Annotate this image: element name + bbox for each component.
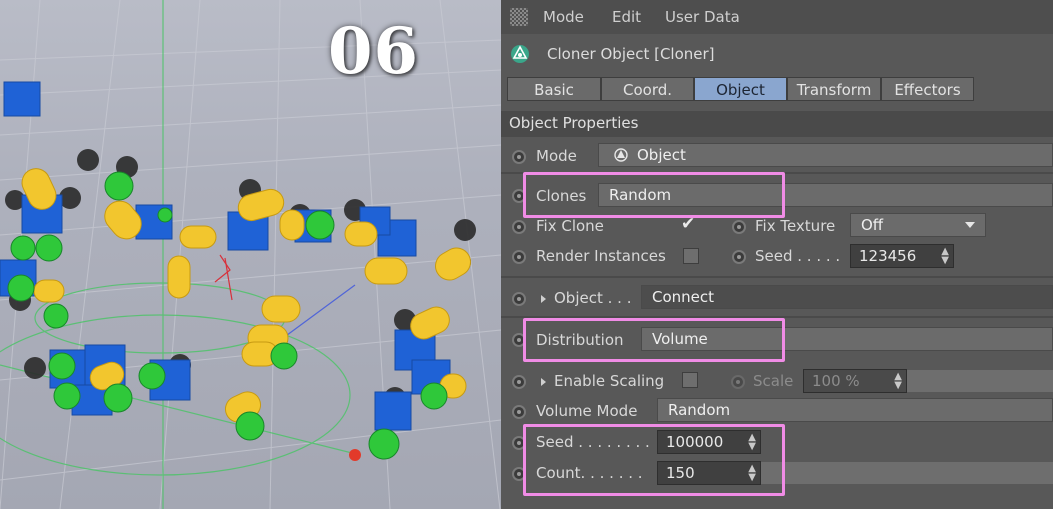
tab-object[interactable]: Object xyxy=(694,77,787,101)
enable-scaling-label: Enable Scaling xyxy=(554,372,665,390)
panel-grip-icon[interactable] xyxy=(510,8,528,26)
fix-row: Fix Clone ✔ Fix Texture Off xyxy=(501,212,1053,242)
step-number: 06 xyxy=(328,14,420,89)
object-link-field[interactable]: Connect xyxy=(641,285,1053,309)
volume-mode-animate-icon[interactable] xyxy=(512,405,526,419)
fix-texture-value: Off xyxy=(861,216,884,234)
section-title: Object Properties xyxy=(509,114,639,132)
render-instances-checkbox[interactable] xyxy=(683,248,699,264)
mode-row: Mode Object xyxy=(501,142,1053,172)
scale-animate-icon[interactable] xyxy=(731,375,745,389)
seed-top-value: 123456 xyxy=(859,247,917,265)
volume-mode-label: Volume Mode xyxy=(536,402,638,420)
distribution-highlight xyxy=(523,318,785,362)
expand-arrow-icon[interactable] xyxy=(541,295,546,303)
divider xyxy=(501,276,1053,278)
scene-render xyxy=(0,0,501,509)
tab-basic[interactable]: Basic xyxy=(507,77,601,101)
volume-mode-value: Random xyxy=(668,401,731,419)
render-instances-animate-icon[interactable] xyxy=(512,250,526,264)
fix-texture-dropdown[interactable]: Off xyxy=(850,213,986,237)
object-mode-icon xyxy=(614,148,628,162)
tab-coord[interactable]: Coord. xyxy=(601,77,694,101)
mode-dropdown[interactable]: Object xyxy=(598,143,1053,167)
count-slider[interactable] xyxy=(761,462,1053,484)
object-row: Object . . . Connect xyxy=(501,284,1053,314)
tab-transform[interactable]: Transform xyxy=(787,77,881,101)
menu-edit[interactable]: Edit xyxy=(612,8,641,26)
fix-texture-label: Fix Texture xyxy=(755,217,836,235)
render-row: Render Instances Seed . . . . . 123456 ▲… xyxy=(501,242,1053,272)
section-header: Object Properties xyxy=(501,111,1053,137)
spinner-icon[interactable]: ▲ ▼ xyxy=(894,372,902,391)
object-animate-icon[interactable] xyxy=(512,292,526,306)
tab-effectors[interactable]: Effectors xyxy=(881,77,974,101)
object-title-bar: Cloner Object [Cloner] xyxy=(501,40,1053,70)
scale-field[interactable]: 100 % ▲ ▼ xyxy=(803,369,907,393)
seed-count-highlight xyxy=(523,424,785,496)
fix-clone-animate-icon[interactable] xyxy=(512,220,526,234)
seed-top-field[interactable]: 123456 ▲ ▼ xyxy=(850,244,954,268)
fix-clone-label: Fix Clone xyxy=(536,217,604,235)
scale-label: Scale xyxy=(753,372,794,390)
fix-clone-checkbox[interactable]: ✔ xyxy=(681,214,695,234)
seed-top-label: Seed . . . . . xyxy=(755,247,841,265)
render-instances-label: Render Instances xyxy=(536,247,666,265)
viewport-3d[interactable]: 06 xyxy=(0,0,501,509)
spinner-icon[interactable]: ▲ ▼ xyxy=(941,247,949,266)
mode-animate-icon[interactable] xyxy=(512,150,526,164)
scale-value: 100 % xyxy=(812,372,860,390)
scaling-row: Enable Scaling Scale 100 % ▲ ▼ xyxy=(501,367,1053,397)
volume-mode-dropdown[interactable]: Random xyxy=(657,398,1053,422)
seed-top-animate-icon[interactable] xyxy=(732,250,746,264)
object-title: Cloner Object [Cloner] xyxy=(547,45,715,63)
mode-value: Object xyxy=(637,146,686,164)
fix-texture-animate-icon[interactable] xyxy=(732,220,746,234)
enable-scaling-animate-icon[interactable] xyxy=(512,375,526,389)
menubar: Mode Edit User Data xyxy=(501,0,1053,34)
mode-label: Mode xyxy=(536,147,577,165)
chevron-down-icon xyxy=(965,222,975,228)
volume-mode-row: Volume Mode Random xyxy=(501,397,1053,427)
attribute-panel: Mode Edit User Data Cloner Object [Clone… xyxy=(501,0,1053,509)
enable-scaling-checkbox[interactable] xyxy=(682,372,698,388)
object-link-value: Connect xyxy=(652,288,715,306)
menu-mode[interactable]: Mode xyxy=(543,8,584,26)
menu-user-data[interactable]: User Data xyxy=(665,8,740,26)
scale-slider[interactable] xyxy=(907,370,1053,392)
expand-arrow-icon[interactable] xyxy=(541,378,546,386)
cloner-icon xyxy=(511,45,529,63)
object-label: Object . . . xyxy=(554,289,632,307)
